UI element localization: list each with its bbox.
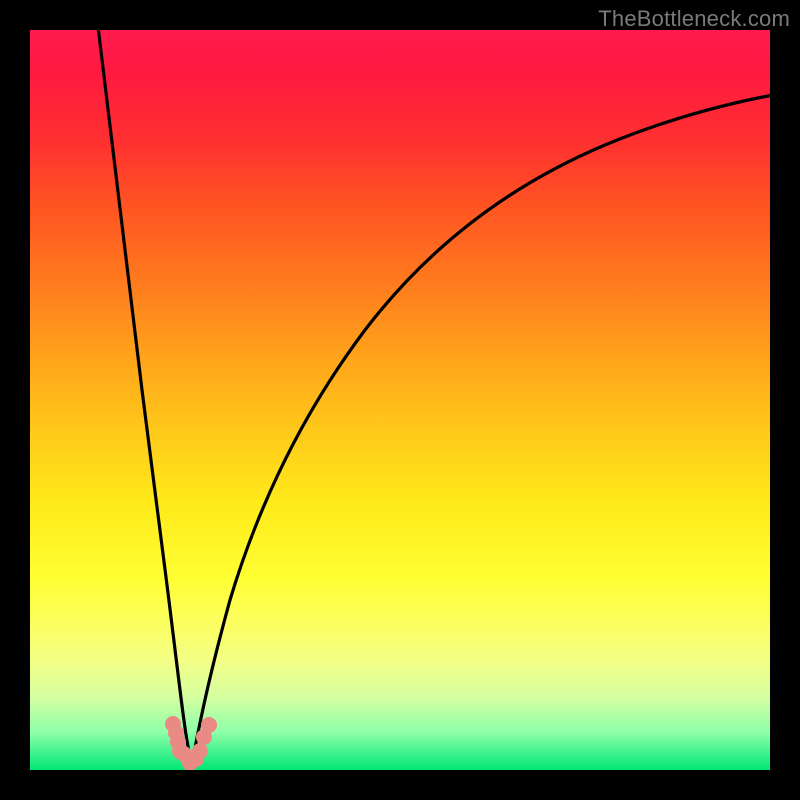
marker-group: [165, 716, 217, 770]
marker-dot: [201, 717, 217, 733]
marker-dot: [192, 743, 208, 759]
chart-frame: TheBottleneck.com: [0, 0, 800, 800]
plot-area: [30, 30, 770, 770]
curve-left-branch: [96, 30, 192, 765]
watermark-text: TheBottleneck.com: [598, 6, 790, 32]
curves-svg: [30, 30, 770, 770]
curve-right-branch: [192, 92, 770, 765]
